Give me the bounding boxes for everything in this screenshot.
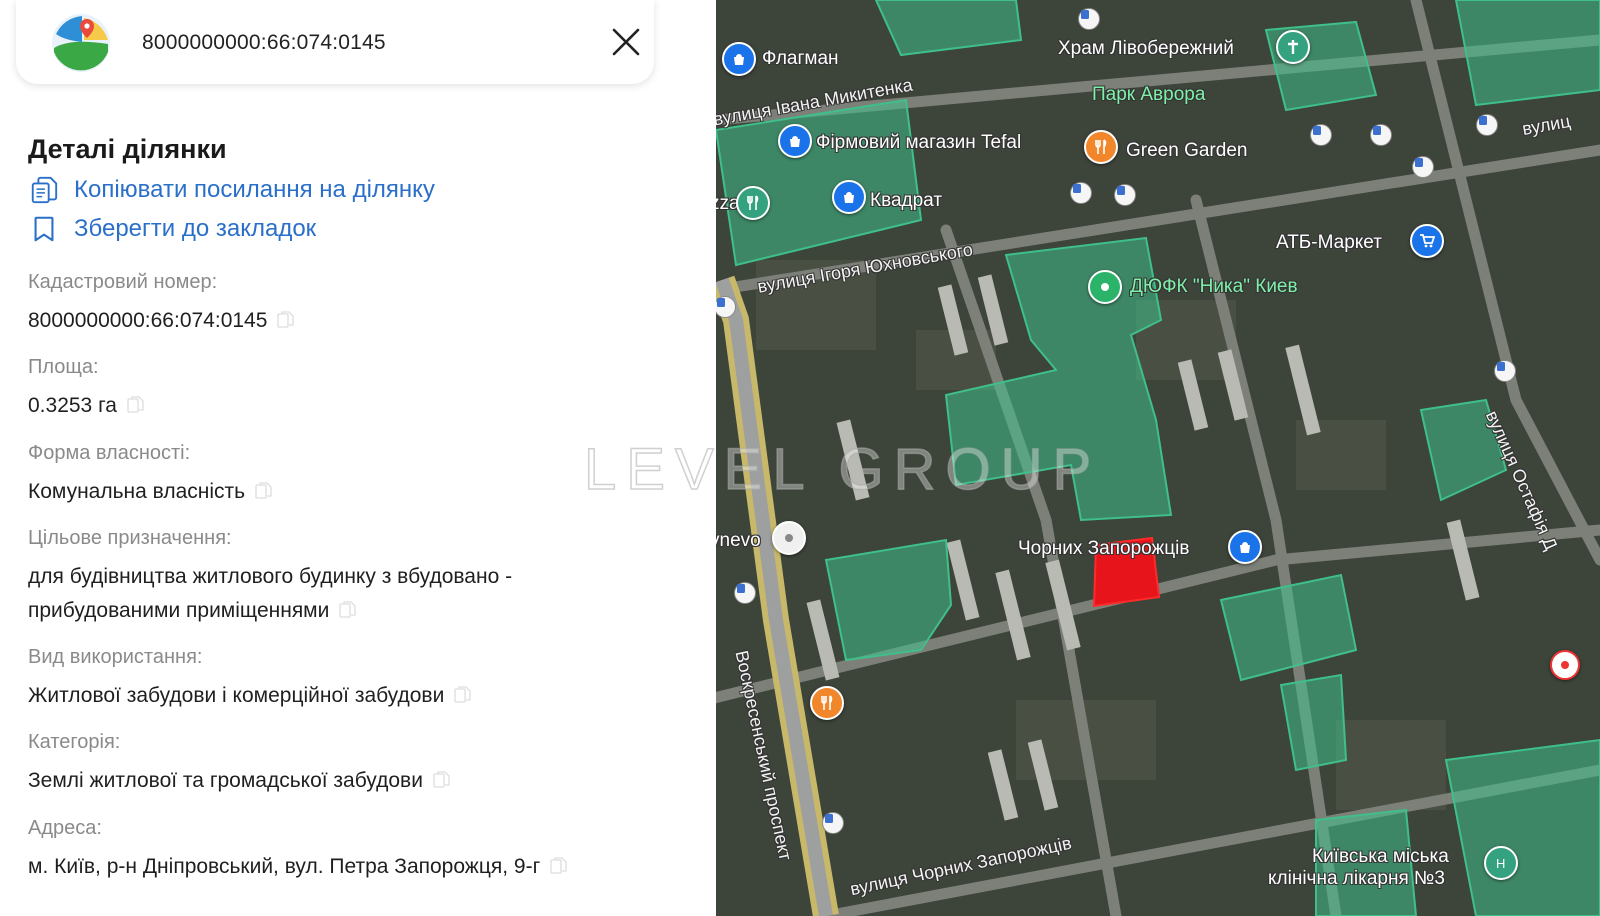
bus-stop-icon[interactable]	[1078, 8, 1100, 30]
poi-label[interactable]: Київська міська	[1312, 846, 1449, 868]
poi-label[interactable]: Чорних Запорожців	[1018, 538, 1189, 560]
copy-icon[interactable]	[454, 685, 471, 704]
area-value: 0.3253 га	[28, 394, 117, 417]
copy-icon	[28, 174, 60, 206]
poi-label[interactable]: Парк Аврора	[1092, 84, 1205, 106]
address-value: м. Київ, р-н Дніпровський, вул. Петра За…	[28, 855, 541, 878]
field-label: Адреса:	[28, 817, 102, 839]
poi-label[interactable]: Green Garden	[1126, 140, 1247, 162]
copy-icon[interactable]	[127, 395, 144, 414]
field-value: для будівництва житлового будинку з вбуд…	[28, 559, 688, 629]
restaurant-pin-icon[interactable]	[810, 686, 844, 720]
copy-icon[interactable]	[433, 770, 450, 789]
restaurant-pin-icon[interactable]	[736, 186, 770, 220]
poi-label[interactable]: клінічна лікарня №3	[1268, 868, 1445, 890]
app-logo-icon	[52, 14, 110, 72]
bus-stop-icon[interactable]	[1412, 156, 1434, 178]
field-value: м. Київ, р-н Дніпровський, вул. Петра За…	[28, 849, 688, 885]
restaurant-pin-icon[interactable]	[1084, 130, 1118, 164]
poi-label[interactable]: ДЮФК "Ника" Киев	[1130, 276, 1298, 298]
bookmark-button[interactable]: Зберегти до закладок	[28, 213, 316, 245]
copy-icon[interactable]	[277, 310, 295, 329]
field-label: Кадастровий номер:	[28, 271, 218, 293]
purpose-value-line2: прибудованими приміщеннями	[28, 599, 330, 622]
field-value: Землі житлової та громадської забудови	[28, 763, 688, 799]
cadastral-number-value: 8000000000:66:074:0145	[28, 309, 268, 332]
bookmark-label: Зберегти до закладок	[74, 215, 317, 242]
ownership-value: Комунальна власність	[28, 480, 246, 503]
svg-text:H: H	[1496, 856, 1505, 871]
shopping-pin-icon[interactable]	[722, 42, 756, 76]
poi-label[interactable]: Квадрат	[870, 190, 942, 212]
church-pin-icon[interactable]	[1276, 30, 1310, 64]
hospital-pin-icon[interactable]: H	[1484, 846, 1518, 880]
field-cadastral-number: Кадастровий номер: 8000000000:66:074:014…	[28, 271, 688, 339]
poi-label[interactable]: Храм Лівобережний	[1058, 38, 1234, 60]
poi-label[interactable]: Флагман	[762, 48, 839, 70]
field-value: 0.3253 га	[28, 388, 688, 424]
purpose-value-line1: для будівництва житлового будинку з вбуд…	[28, 565, 513, 588]
field-label: Вид використання:	[28, 646, 203, 668]
copy-icon[interactable]	[255, 481, 272, 500]
watermark-text: LEVEL GROUP	[583, 436, 1102, 503]
field-area: Площа: 0.3253 га	[28, 356, 688, 424]
copy-link-button[interactable]: Копіювати посилання на ділянку	[28, 174, 435, 206]
bus-stop-icon[interactable]	[1494, 360, 1516, 382]
close-icon[interactable]	[608, 24, 644, 60]
bus-stop-icon[interactable]	[1114, 184, 1136, 206]
field-usage: Вид використання: Житлової забудови і ко…	[28, 646, 688, 714]
cart-pin-icon[interactable]	[1410, 224, 1444, 258]
search-query-text[interactable]: 8000000000:66:074:0145	[142, 31, 386, 55]
shopping-pin-icon[interactable]	[1228, 530, 1262, 564]
bus-stop-icon[interactable]	[1310, 124, 1332, 146]
field-value: 8000000000:66:074:0145	[28, 303, 688, 339]
bookmark-icon	[28, 213, 60, 245]
field-label: Категорія:	[28, 731, 121, 753]
shopping-pin-icon[interactable]	[832, 180, 866, 214]
poi-label[interactable]: ynevo	[716, 530, 761, 552]
field-label: Площа:	[28, 356, 99, 378]
field-purpose: Цільове призначення: для будівництва жит…	[28, 527, 688, 629]
copy-link-label: Копіювати посилання на ділянку	[74, 176, 435, 203]
place-pin-icon[interactable]	[772, 521, 806, 555]
field-address: Адреса: м. Київ, р-н Дніпровський, вул. …	[28, 817, 688, 885]
bus-stop-icon[interactable]	[1070, 182, 1092, 204]
usage-value: Житлової забудови і комерційної забудови	[28, 684, 445, 707]
category-value: Землі житлової та громадської забудови	[28, 769, 423, 792]
field-label: Цільове призначення:	[28, 527, 232, 549]
shopping-pin-icon[interactable]	[778, 124, 812, 158]
bus-stop-icon[interactable]	[1476, 114, 1498, 136]
poi-label[interactable]: Фірмовий магазин Tefal	[816, 132, 1021, 154]
search-card: 8000000000:66:074:0145	[16, 0, 654, 84]
bus-stop-icon[interactable]	[1370, 124, 1392, 146]
bus-stop-icon[interactable]	[822, 812, 844, 834]
bus-stop-icon[interactable]	[734, 582, 756, 604]
place-pin-icon[interactable]	[1088, 270, 1122, 304]
field-value: Житлової забудови і комерційної забудови	[28, 678, 688, 714]
section-title: Деталі ділянки	[28, 134, 227, 164]
poi-label[interactable]: АТБ-Маркет	[1276, 232, 1382, 254]
field-category: Категорія: Землі житлової та громадської…	[28, 731, 688, 799]
copy-icon[interactable]	[550, 856, 567, 875]
place-pin-icon[interactable]	[1550, 650, 1580, 680]
copy-icon[interactable]	[339, 600, 357, 619]
